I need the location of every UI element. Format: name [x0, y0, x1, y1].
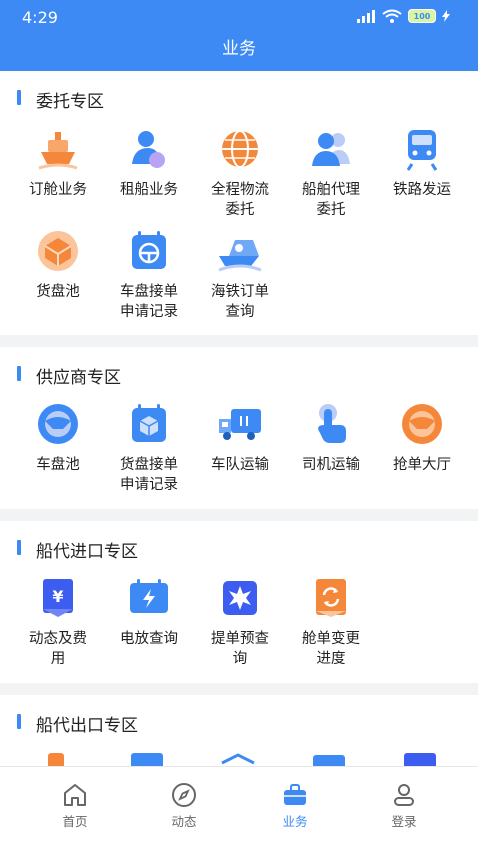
item-label: 全程物流 委托 — [211, 182, 269, 218]
section-supplier: 供应商专区 车盘池 货盘接单 申请记录 车队运输 司机运输 抢单大厅 — [0, 347, 478, 509]
section-export-agency: 船代出口专区 — [0, 695, 478, 766]
yen-document-icon — [131, 753, 163, 766]
status-icons: 100 — [356, 9, 450, 23]
signal-icon — [357, 9, 375, 23]
app-screen: 4:29 100 业务 委托专区 订舱业务 租船业务 全程物流 委托 船舶代理 … — [0, 0, 478, 850]
lightning-calendar-icon — [130, 579, 168, 613]
steering-orange-icon — [402, 404, 442, 444]
item-sea-rail-order-query[interactable]: 海铁订单 查询 — [194, 226, 286, 322]
bank-icon — [221, 753, 255, 765]
section-import-agency: 船代进口专区 ¥ 动态及费 用 电放查询 提单预查 询 舱单变更 进度 — [0, 521, 478, 683]
item-charter[interactable]: 租船业务 — [103, 124, 195, 200]
status-time: 4:29 — [22, 8, 58, 27]
tab-login[interactable]: 登录 — [349, 775, 459, 830]
train-icon — [406, 130, 438, 171]
bottom-tab-bar: 首页 动态 业务 登录 — [0, 766, 478, 850]
item-booking[interactable]: 订舱业务 — [12, 124, 104, 200]
tab-business[interactable]: 业务 — [240, 775, 350, 830]
tab-label: 业务 — [282, 814, 308, 829]
steering-wheel-icon — [38, 404, 78, 444]
item-label: 动态及费 用 — [29, 631, 87, 667]
business-content: 委托专区 订舱业务 租船业务 全程物流 委托 船舶代理 委托 铁路发运 货盘池 … — [0, 71, 478, 766]
section-entrust: 委托专区 订舱业务 租船业务 全程物流 委托 船舶代理 委托 铁路发运 货盘池 … — [0, 71, 478, 335]
item-vehicle-order-records[interactable]: 车盘接单 申请记录 — [103, 226, 195, 322]
item-manifest-change-progress[interactable]: 舱单变更 进度 — [285, 573, 377, 669]
item-label: 船舶代理 委托 — [302, 182, 360, 218]
item-label: 铁路发运 — [393, 182, 451, 198]
tab-dynamics[interactable]: 动态 — [129, 775, 239, 830]
charging-icon — [442, 10, 450, 22]
document-icon — [313, 755, 345, 766]
section-title: 委托专区 — [36, 92, 104, 112]
steering-calendar-icon — [132, 231, 166, 269]
cargo-ship-icon — [48, 753, 64, 766]
item-label: 舱单变更 进度 — [302, 631, 360, 667]
user-icon — [394, 784, 414, 806]
item-label: 司机运输 — [302, 457, 360, 473]
item-label: 货盘池 — [36, 284, 80, 300]
star-burst-icon — [404, 753, 436, 766]
item-label: 车盘池 — [36, 457, 80, 473]
section-marker — [17, 714, 21, 729]
item-vehicle-pool[interactable]: 车盘池 — [12, 399, 104, 475]
refresh-document-icon — [316, 579, 346, 617]
cargo-box-icon — [38, 231, 78, 271]
box-calendar-icon — [132, 404, 166, 442]
item-label: 租船业务 — [120, 182, 178, 198]
tab-label: 动态 — [171, 814, 197, 829]
item-rail-shipping[interactable]: 铁路发运 — [376, 124, 468, 200]
section-marker — [17, 540, 21, 555]
section-title: 供应商专区 — [36, 368, 121, 388]
wifi-icon — [382, 9, 402, 23]
page-header: 业务 — [0, 34, 478, 71]
item-bill-prequery[interactable]: 提单预查 询 — [194, 573, 286, 669]
section-title: 船代出口专区 — [36, 716, 138, 736]
ship-rail-icon — [218, 240, 262, 272]
item-label: 海铁订单 查询 — [211, 284, 269, 320]
yen-document-icon: ¥ — [43, 579, 73, 617]
item-telex-release-query[interactable]: 电放查询 — [103, 573, 195, 649]
item-fleet-transport[interactable]: 车队运输 — [194, 399, 286, 475]
section-title: 船代进口专区 — [36, 542, 138, 562]
item-driver-transport[interactable]: 司机运输 — [285, 399, 377, 475]
item-label: 抢单大厅 — [393, 457, 451, 473]
tab-label: 首页 — [62, 814, 88, 829]
section-marker — [17, 366, 21, 381]
star-burst-icon — [223, 581, 257, 615]
item-order-grab-hall[interactable]: 抢单大厅 — [376, 399, 468, 475]
item-label: 提单预查 询 — [211, 631, 269, 667]
item-dynamics-fees[interactable]: ¥ 动态及费 用 — [12, 573, 104, 669]
person-icon — [132, 131, 165, 168]
truck-icon — [219, 409, 261, 440]
home-icon — [64, 784, 86, 806]
item-label: 车盘接单 申请记录 — [120, 284, 178, 320]
tab-label: 登录 — [391, 814, 417, 829]
item-cargo-order-records[interactable]: 货盘接单 申请记录 — [103, 399, 195, 495]
item-label: 货盘接单 申请记录 — [120, 457, 178, 493]
item-label: 订舱业务 — [29, 182, 87, 198]
item-ship-agency[interactable]: 船舶代理 委托 — [285, 124, 377, 220]
briefcase-icon — [284, 784, 306, 805]
item-label: 车队运输 — [211, 457, 269, 473]
battery-icon: 100 — [408, 9, 436, 23]
item-full-logistics[interactable]: 全程物流 委托 — [194, 124, 286, 220]
globe-icon — [222, 130, 258, 168]
status-bar: 4:29 100 — [0, 0, 478, 34]
agents-icon — [312, 133, 350, 166]
page-title: 业务 — [222, 39, 256, 59]
item-cargo-pool[interactable]: 货盘池 — [12, 226, 104, 302]
ship-icon — [38, 132, 78, 170]
tap-hand-icon — [318, 404, 346, 443]
item-label: 电放查询 — [120, 631, 178, 647]
section-marker — [17, 90, 21, 105]
svg-text:¥: ¥ — [52, 587, 63, 606]
compass-icon — [172, 783, 196, 807]
tab-home[interactable]: 首页 — [20, 775, 130, 830]
